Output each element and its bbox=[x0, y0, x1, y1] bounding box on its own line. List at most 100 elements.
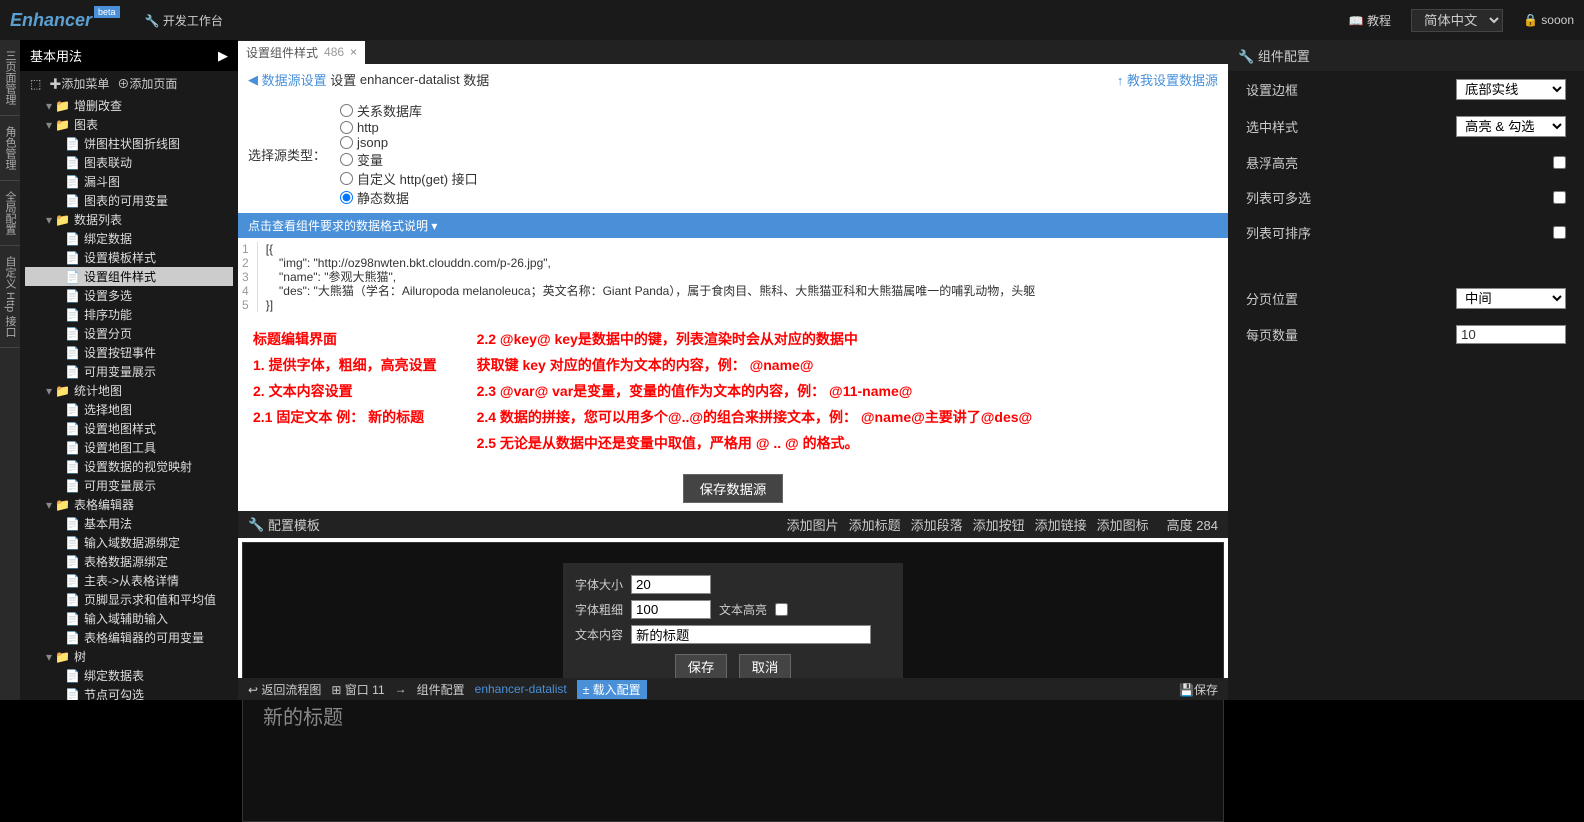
tree-file[interactable]: 📄绑定数据表 bbox=[25, 666, 233, 685]
height-info: 高度 284 bbox=[1167, 515, 1218, 534]
source-type-bar: 选择源类型： 关系数据库 http jsonp 变量 自定义 http(get)… bbox=[238, 95, 1228, 213]
tree-file[interactable]: 📄表格数据源绑定 bbox=[25, 552, 233, 571]
sortable-checkbox[interactable] bbox=[1553, 226, 1566, 239]
page-position-select[interactable]: 中间 bbox=[1456, 288, 1566, 309]
tree-node-root[interactable]: ▾📁增删改查 bbox=[25, 96, 233, 115]
source-type-radio[interactable]: 变量 bbox=[340, 150, 485, 169]
left-arrow-icon[interactable]: ◀ bbox=[248, 72, 258, 88]
add-image-button[interactable]: 添加图片 bbox=[787, 515, 839, 534]
tree-file[interactable]: 📄设置按钮事件 bbox=[25, 343, 233, 362]
multi-select-checkbox[interactable] bbox=[1553, 191, 1566, 204]
source-type-radio[interactable]: 自定义 http(get) 接口 bbox=[340, 169, 485, 188]
tree-file[interactable]: 📄设置数据的视觉映射 bbox=[25, 457, 233, 476]
file-icon: 📄 bbox=[65, 137, 80, 151]
info-banner[interactable]: 点击查看组件要求的数据格式说明 ▾ bbox=[238, 213, 1228, 238]
tree-file[interactable]: 📄主表->从表格详情 bbox=[25, 571, 233, 590]
vertical-tab[interactable]: 全局配置 bbox=[0, 181, 20, 246]
logo: Enhancer bbox=[10, 10, 92, 31]
code-editor[interactable]: 12345 [{ "img": "http://oz98nwten.bkt.cl… bbox=[238, 238, 1228, 316]
add-icon-button[interactable]: 添加图标 bbox=[1097, 515, 1149, 534]
tree-file[interactable]: 📄设置地图工具 bbox=[25, 438, 233, 457]
text-content-input[interactable] bbox=[631, 625, 871, 644]
tree-file[interactable]: 📄可用变量展示 bbox=[25, 476, 233, 495]
tree-file[interactable]: 📄绑定数据 bbox=[25, 229, 233, 248]
add-menu-button[interactable]: ✚添加菜单 bbox=[49, 75, 109, 92]
add-page-button[interactable]: ⊕添加页面 bbox=[117, 75, 177, 92]
font-size-input[interactable] bbox=[631, 575, 711, 594]
tutorial-link[interactable]: 📖 教程 bbox=[1349, 12, 1391, 29]
tree-file[interactable]: 📄选择地图 bbox=[25, 400, 233, 419]
cancel-button[interactable]: 取消 bbox=[739, 654, 792, 679]
file-icon: 📄 bbox=[65, 517, 80, 531]
language-select[interactable]: 简体中文 bbox=[1411, 9, 1503, 32]
vertical-tab[interactable]: 自定义 Http 接口 bbox=[0, 246, 20, 348]
tree-file[interactable]: 📄页脚显示求和值和平均值 bbox=[25, 590, 233, 609]
file-icon: 📄 bbox=[65, 612, 80, 626]
tree-file[interactable]: 📄基本用法 bbox=[25, 514, 233, 533]
tab-active[interactable]: 设置组件样式 486 × bbox=[238, 41, 365, 64]
help-link[interactable]: ↑ 教我设置数据源 bbox=[1117, 70, 1218, 89]
file-icon: 📄 bbox=[65, 327, 80, 341]
back-button[interactable]: ↩ 返回流程图 bbox=[248, 681, 321, 698]
sidebar-header: 基本用法 ▶ bbox=[20, 40, 238, 71]
annotations: 标题编辑界面1. 提供字体，粗细，高亮设置2. 文本内容设置 2.1 固定文本 … bbox=[238, 316, 1228, 466]
tree-file[interactable]: 📄输入域辅助输入 bbox=[25, 609, 233, 628]
file-icon: 📄 bbox=[65, 270, 80, 284]
tree-file[interactable]: 📄可用变量展示 bbox=[25, 362, 233, 381]
source-type-radio[interactable]: jsonp bbox=[340, 135, 485, 150]
tree-folder[interactable]: ▾📁树 bbox=[25, 647, 233, 666]
add-root-icon[interactable]: ⬚ bbox=[30, 77, 41, 91]
breadcrumb: ◀ 数据源设置 设置 enhancer-datalist 数据 ↑ 教我设置数据… bbox=[238, 64, 1228, 95]
add-title-button[interactable]: 添加标题 bbox=[849, 515, 901, 534]
workbench-link[interactable]: 🔧 开发工作台 bbox=[145, 12, 223, 29]
data-source-link[interactable]: 数据源设置 bbox=[262, 70, 327, 89]
vertical-tab[interactable]: 角色管理 bbox=[0, 116, 20, 181]
tree-folder[interactable]: ▾📁表格编辑器 bbox=[25, 495, 233, 514]
file-icon: 📄 bbox=[65, 403, 80, 417]
tree-file[interactable]: 📄节点可勾选 bbox=[25, 685, 233, 700]
tree-file[interactable]: 📄设置模板样式 bbox=[25, 248, 233, 267]
tree-folder[interactable]: ▾📁数据列表 bbox=[25, 210, 233, 229]
tree-file[interactable]: 📄图表联动 bbox=[25, 153, 233, 172]
file-icon: 📄 bbox=[65, 289, 80, 303]
beta-badge: beta bbox=[94, 6, 120, 18]
tree-folder[interactable]: ▾📁统计地图 bbox=[25, 381, 233, 400]
expand-icon[interactable]: ▶ bbox=[218, 48, 228, 64]
add-button-button[interactable]: 添加按钮 bbox=[973, 515, 1025, 534]
source-type-radio[interactable]: 关系数据库 bbox=[340, 101, 485, 120]
file-icon: 📄 bbox=[65, 441, 80, 455]
bottom-breadcrumb: ↩ 返回流程图 ⊞ 窗口 11 → 组件配置 enhancer-datalist… bbox=[238, 678, 1228, 700]
widget-name-link[interactable]: enhancer-datalist bbox=[475, 682, 567, 696]
border-select[interactable]: 底部实线 bbox=[1456, 79, 1566, 100]
tree-file[interactable]: 📄设置分页 bbox=[25, 324, 233, 343]
tree-file[interactable]: 📄设置组件样式 bbox=[25, 267, 233, 286]
tree-file[interactable]: 📄设置多选 bbox=[25, 286, 233, 305]
vertical-tab[interactable]: 三页面管理 bbox=[0, 40, 20, 116]
add-paragraph-button[interactable]: 添加段落 bbox=[911, 515, 963, 534]
load-config-button[interactable]: ± 载入配置 bbox=[577, 680, 647, 699]
source-type-radio[interactable]: http bbox=[340, 120, 485, 135]
select-style-select[interactable]: 高亮 & 勾选 bbox=[1456, 116, 1566, 137]
user-menu[interactable]: 🔒 sooon bbox=[1523, 13, 1574, 27]
file-icon: 📄 bbox=[65, 688, 80, 701]
highlight-checkbox[interactable] bbox=[775, 603, 788, 616]
tree-file[interactable]: 📄图表的可用变量 bbox=[25, 191, 233, 210]
file-icon: 📄 bbox=[65, 175, 80, 189]
tree-file[interactable]: 📄表格编辑器的可用变量 bbox=[25, 628, 233, 647]
save-datasource-button[interactable]: 保存数据源 bbox=[683, 474, 784, 503]
tree-file[interactable]: 📄输入域数据源绑定 bbox=[25, 533, 233, 552]
source-type-radio[interactable]: 静态数据 bbox=[340, 188, 485, 207]
tree-file[interactable]: 📄设置地图样式 bbox=[25, 419, 233, 438]
tree-file[interactable]: 📄排序功能 bbox=[25, 305, 233, 324]
tree-folder[interactable]: ▾📁图表 bbox=[25, 115, 233, 134]
save-button[interactable]: 保存 bbox=[675, 654, 728, 679]
bottom-save-button[interactable]: 💾保存 bbox=[1179, 681, 1218, 698]
hover-highlight-checkbox[interactable] bbox=[1553, 156, 1566, 169]
close-icon[interactable]: × bbox=[350, 45, 357, 59]
tree-file[interactable]: 📄饼图柱状图折线图 bbox=[25, 134, 233, 153]
add-link-button[interactable]: 添加链接 bbox=[1035, 515, 1087, 534]
page-size-input[interactable] bbox=[1456, 325, 1566, 344]
font-weight-input[interactable] bbox=[631, 600, 711, 619]
file-icon: 📄 bbox=[65, 669, 80, 683]
tree-file[interactable]: 📄漏斗图 bbox=[25, 172, 233, 191]
